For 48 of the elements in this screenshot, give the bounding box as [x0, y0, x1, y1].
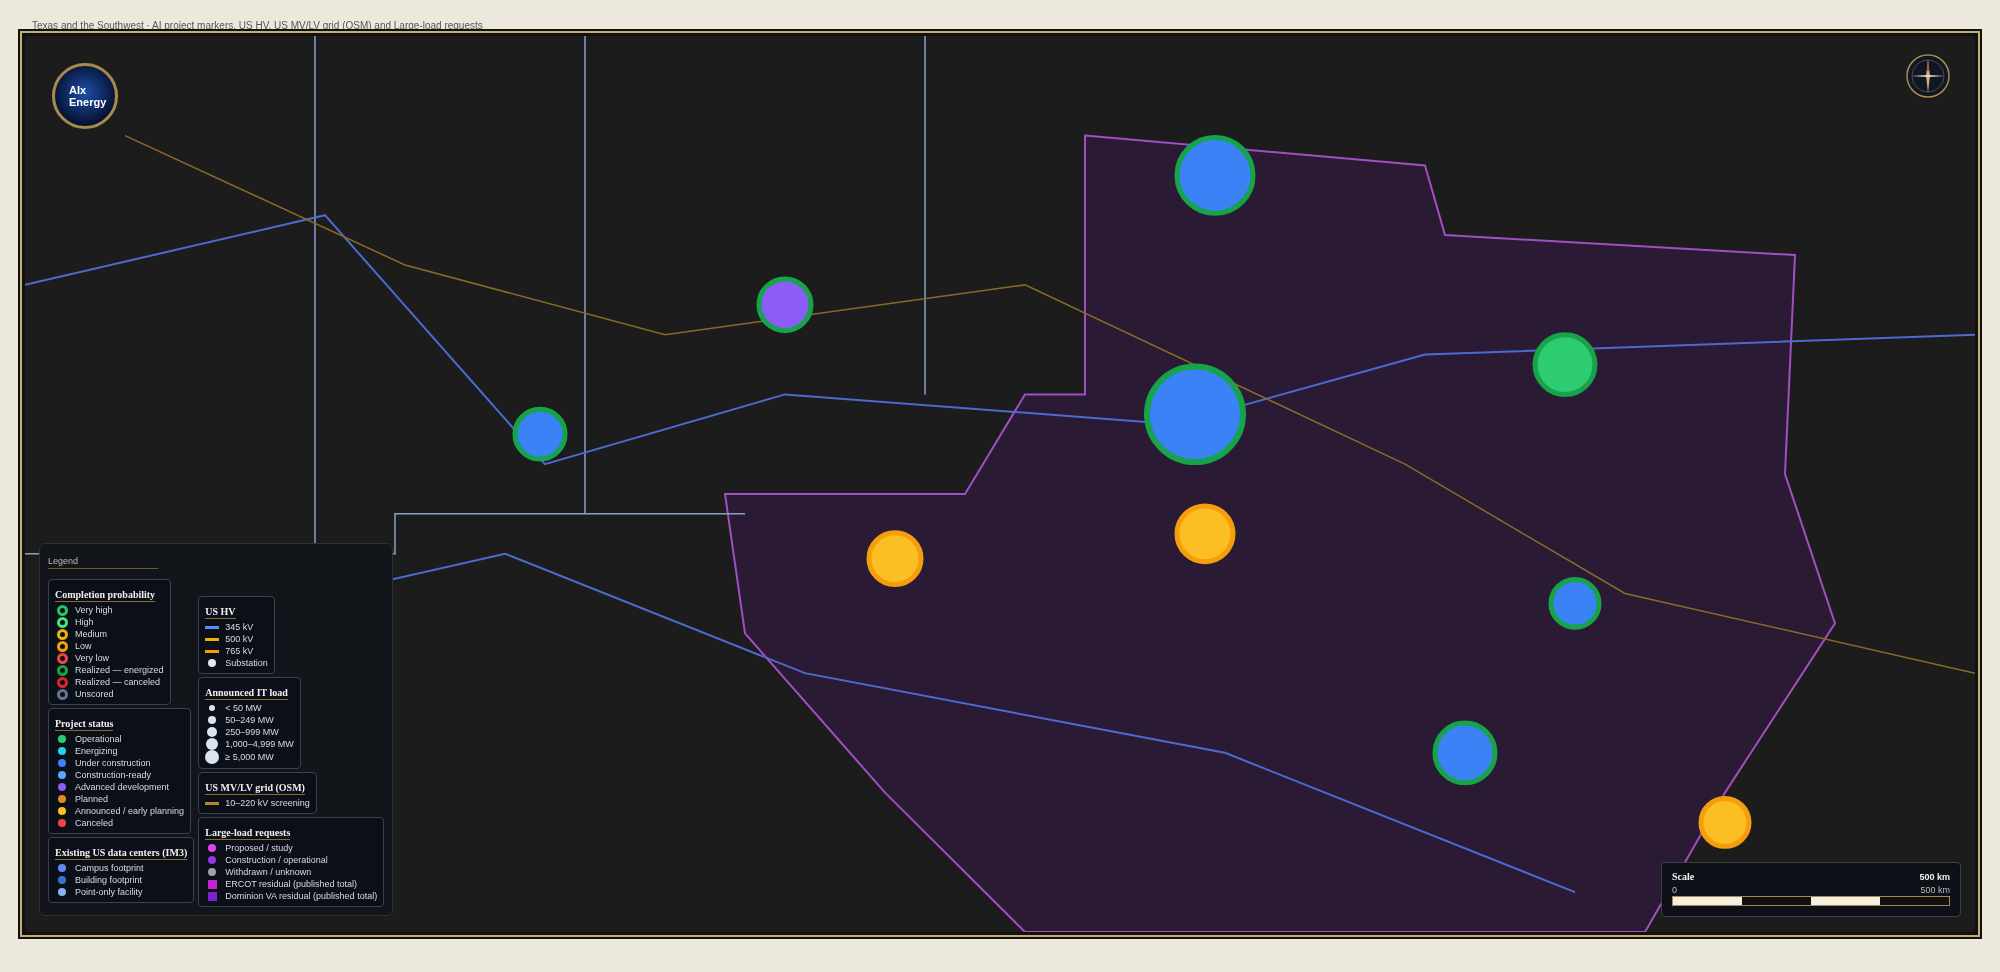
legend-label: < 50 MW	[225, 703, 262, 713]
legend-label: Very low	[75, 653, 109, 663]
legend-label: Realized — energized	[75, 665, 164, 675]
scale-start-label: 0	[1672, 885, 1677, 895]
legend-label: Construction-ready	[75, 770, 152, 780]
legend-label: 1,000–4,999 MW	[225, 739, 294, 749]
legend-label: Very high	[75, 605, 113, 615]
legend-label: Point-only facility	[75, 887, 143, 897]
legend-label: Construction / operational	[225, 855, 328, 865]
legend-label: Unscored	[75, 689, 114, 699]
legend-label: Proposed / study	[225, 843, 293, 853]
map-title: Texas and the Southwest · AI project markers, US HV, US MV/LV grid (OSM) and Large-load requests	[31, 20, 483, 33]
legend-label: Advanced development	[75, 782, 170, 792]
scale-reading: 500 km	[1919, 871, 1950, 882]
legend-label: ERCOT residual (published total)	[225, 879, 358, 889]
legend-label: Energizing	[75, 746, 118, 756]
legend-label: Under construction	[75, 758, 151, 768]
legend-label: 345 kV	[225, 622, 254, 632]
legend-label: 10–220 kV screening	[225, 798, 310, 808]
legend-label: Withdrawn / unknown	[225, 867, 312, 877]
legend-label: Low	[75, 641, 92, 651]
legend-label: Medium	[75, 629, 107, 639]
section-title: Large-load requests	[205, 827, 291, 840]
legend-label: 765 kV	[225, 646, 254, 656]
section-title: US HV	[205, 606, 236, 619]
section-title: Project status	[55, 718, 114, 731]
legend-label: 50–249 MW	[225, 715, 274, 725]
scale-end-label: 500 km	[1920, 885, 1950, 895]
legend-label: ≥ 5,000 MW	[225, 752, 274, 762]
legend-label: High	[75, 617, 94, 627]
legend-label: Canceled	[75, 818, 114, 828]
section-title: Completion probability	[55, 589, 156, 602]
legend-label: Planned	[75, 794, 109, 804]
legend-label: 250–999 MW	[225, 727, 279, 737]
legend-label: Realized — canceled	[75, 677, 161, 687]
compass-icon	[1905, 53, 1951, 99]
legend-label: Dominion VA residual (published total)	[225, 891, 378, 901]
legend-label: Operational	[75, 734, 122, 744]
legend-label: Announced / early planning	[75, 806, 185, 816]
section-title: Existing US data centers (IM3)	[55, 847, 188, 860]
scale-title: Scale	[1672, 871, 1695, 882]
section-title: Announced IT load	[205, 687, 288, 700]
legend-title: Legend	[48, 556, 158, 569]
legend-label: Building footprint	[75, 875, 143, 885]
section-title: US MV/LV grid (OSM)	[205, 782, 305, 795]
legend-label: Substation	[225, 658, 268, 668]
legend-label: 500 kV	[225, 634, 254, 644]
legend-label: Campus footprint	[75, 863, 144, 873]
